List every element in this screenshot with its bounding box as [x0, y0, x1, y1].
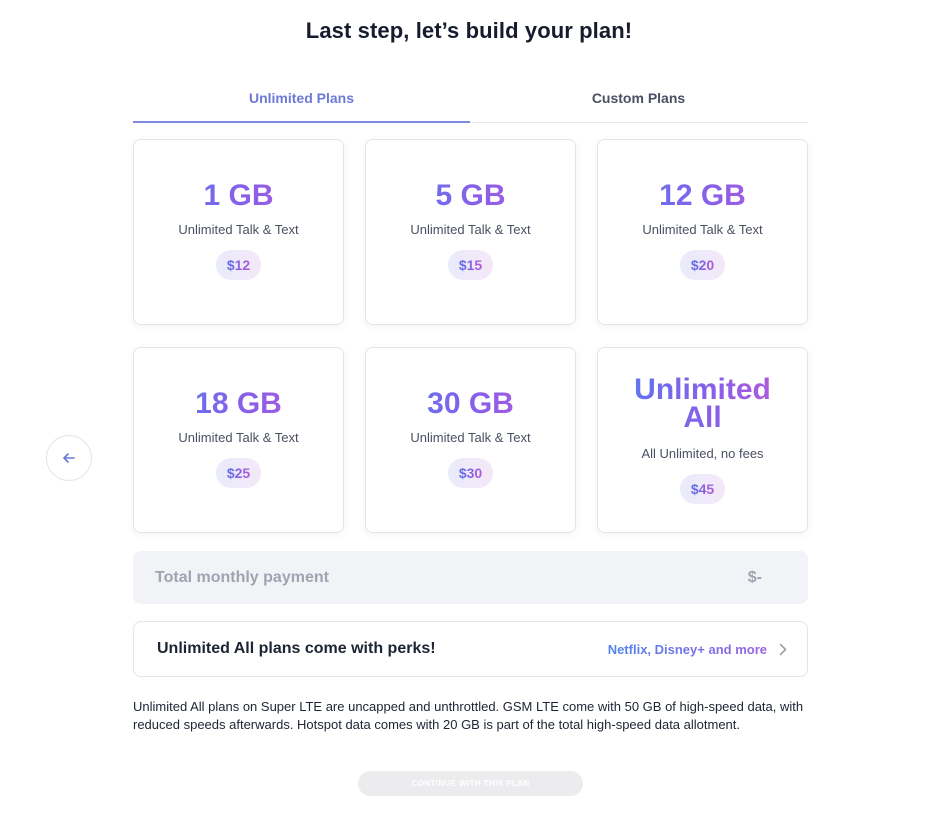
plan-price-badge: $30 — [447, 458, 494, 488]
page-title: Last step, let’s build your plan! — [305, 18, 633, 43]
plan-card-1gb[interactable]: 1 GB Unlimited Talk & Text $12 — [133, 139, 344, 325]
plan-price: $15 — [458, 257, 483, 273]
plan-description: Unlimited Talk & Text — [178, 222, 299, 237]
plan-disclaimer: Unlimited All plans on Super LTE are unc… — [133, 699, 804, 732]
plan-data-amount: 12 GB — [598, 179, 807, 213]
plan-card-5gb[interactable]: 5 GB Unlimited Talk & Text $15 — [365, 139, 576, 325]
perks-link-group[interactable]: Netflix, Disney+ and more — [608, 642, 787, 657]
plan-data-amount: 18 GB — [134, 387, 343, 421]
total-value: $- — [747, 568, 762, 586]
tab-custom-plans[interactable]: Custom Plans — [470, 86, 807, 122]
plan-data-amount: 30 GB — [366, 387, 575, 421]
plan-data-amount: Unlimited All — [598, 376, 807, 432]
plan-price-badge: $15 — [447, 250, 494, 280]
total-label: Total monthly payment — [155, 568, 329, 586]
plan-price: $30 — [458, 465, 483, 481]
previous-button[interactable] — [46, 435, 92, 481]
plan-price: $12 — [226, 257, 251, 273]
plan-price: $20 — [690, 257, 715, 273]
continue-button[interactable]: CONTINUE WITH THIS PLAN — [358, 771, 583, 796]
plan-data-amount: 1 GB — [134, 179, 343, 213]
plan-price: $25 — [226, 465, 251, 481]
plan-price-badge: $20 — [679, 250, 726, 280]
perks-banner[interactable]: Unlimited All plans come with perks! Net… — [133, 621, 808, 677]
plan-price-badge: $12 — [215, 250, 262, 280]
plan-card-12gb[interactable]: 12 GB Unlimited Talk & Text $20 — [597, 139, 808, 325]
chevron-right-icon — [779, 643, 787, 655]
perks-link[interactable]: Netflix, Disney+ and more — [608, 642, 767, 657]
perks-label: Unlimited All plans come with perks! — [157, 640, 436, 657]
arrow-left-icon — [63, 453, 75, 463]
plan-data-line2: All — [683, 401, 722, 434]
plan-description: Unlimited Talk & Text — [642, 222, 763, 237]
plan-card-18gb[interactable]: 18 GB Unlimited Talk & Text $25 — [133, 347, 344, 533]
plan-price-badge: $25 — [215, 458, 262, 488]
plan-card-unlimited-all[interactable]: Unlimited All All Unlimited, no fees $45 — [597, 347, 808, 533]
total-monthly-payment: Total monthly payment $- — [133, 551, 808, 604]
plan-data-line1: Unlimited — [634, 373, 771, 406]
plan-card-30gb[interactable]: 30 GB Unlimited Talk & Text $30 — [365, 347, 576, 533]
plan-description: Unlimited Talk & Text — [410, 430, 531, 445]
plan-description: All Unlimited, no fees — [641, 446, 764, 461]
tab-unlimited-plans[interactable]: Unlimited Plans — [133, 86, 470, 123]
plan-price: $45 — [690, 481, 715, 497]
plan-data-amount: 5 GB — [366, 179, 575, 213]
plan-description: Unlimited Talk & Text — [178, 430, 299, 445]
plan-tabs: Unlimited Plans Custom Plans — [133, 86, 808, 123]
plan-description: Unlimited Talk & Text — [410, 222, 531, 237]
plan-price-badge: $45 — [679, 474, 726, 504]
